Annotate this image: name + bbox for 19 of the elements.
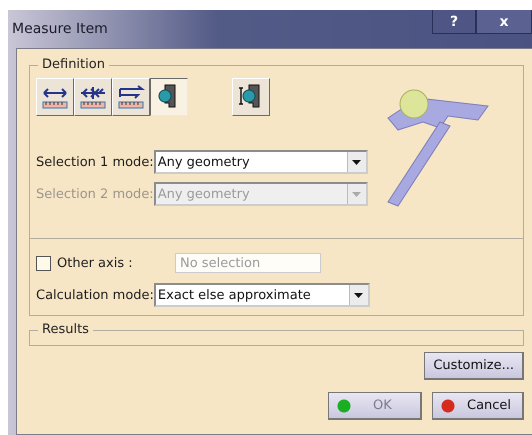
- window-title: Measure Item: [12, 21, 109, 37]
- customize-button[interactable]: Customize...: [424, 352, 524, 380]
- caret-icon: [352, 192, 362, 196]
- calculation-mode-dropdown[interactable]: Exact else approximate: [154, 283, 370, 307]
- caret-icon: [354, 292, 364, 298]
- distance-ruler-icon: [116, 83, 146, 111]
- ok-sphere-icon: [337, 398, 351, 412]
- close-button[interactable]: x: [476, 10, 532, 34]
- selection-mode-dropdown[interactable]: Any geometry: [154, 150, 368, 174]
- calculation-mode-label: Calculation mode:: [36, 288, 154, 302]
- checkbox[interactable]: [36, 256, 51, 270]
- selection-mode-label: Selection 1 mode:: [36, 154, 154, 170]
- measure-mode-button[interactable]: [150, 78, 188, 116]
- caret-icon: [352, 160, 362, 164]
- checkbox-label: Other axis :: [57, 256, 134, 270]
- cancel-sphere-icon: [441, 398, 455, 412]
- cancel-button[interactable]: Cancel: [432, 392, 524, 420]
- selection-mode-label: Selection 2 mode:: [36, 186, 154, 202]
- help-button[interactable]: ?: [432, 10, 476, 34]
